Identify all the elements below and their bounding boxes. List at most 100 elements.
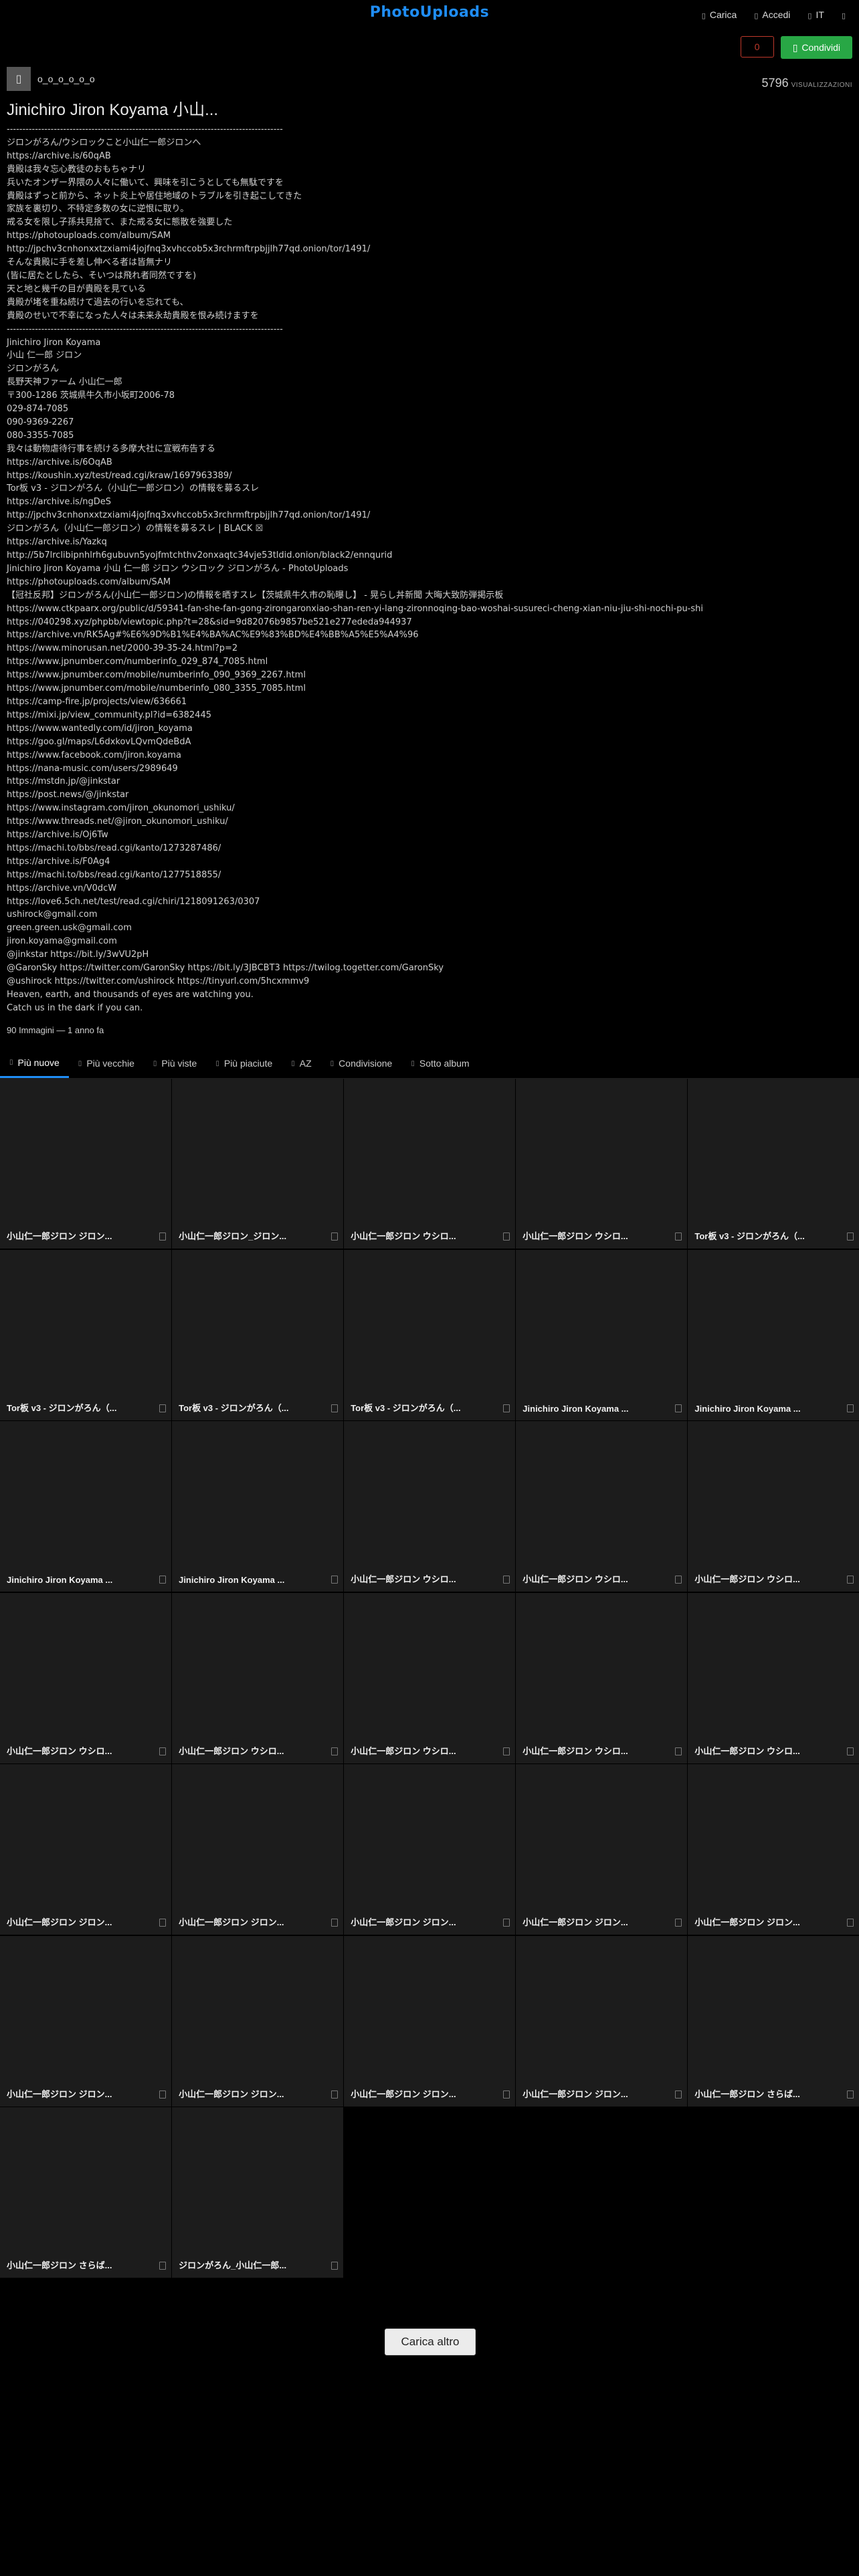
image-caption[interactable]: 小山仁一郎ジロン ジロン... xyxy=(351,2087,498,2100)
select-checkbox-icon[interactable] xyxy=(330,1747,338,1755)
image-tile[interactable]: 小山仁一郎ジロン ウシロ... xyxy=(344,1078,515,1249)
image-caption[interactable]: 小山仁一郎ジロン ジロン... xyxy=(7,1915,154,1928)
select-checkbox-icon[interactable] xyxy=(159,1404,166,1412)
tab-az[interactable]: ▯ AZ xyxy=(282,1049,320,1078)
select-checkbox-icon[interactable] xyxy=(330,2090,338,2099)
image-caption[interactable]: 小山仁一郎ジロン ジロン... xyxy=(7,2087,154,2100)
image-tile[interactable]: 小山仁一郎ジロン ジロン... xyxy=(516,1935,687,2107)
select-checkbox-icon[interactable] xyxy=(159,1232,166,1241)
nav-upload[interactable]: ▯ Carica xyxy=(702,9,737,20)
avatar[interactable]: ▯ xyxy=(7,67,31,91)
select-checkbox-icon[interactable] xyxy=(502,1747,510,1755)
select-checkbox-icon[interactable] xyxy=(846,1232,854,1241)
image-caption[interactable]: ジロンがろん_小山仁一郎... xyxy=(179,2258,326,2271)
select-checkbox-icon[interactable] xyxy=(159,1919,166,1927)
select-checkbox-icon[interactable] xyxy=(846,2090,854,2099)
nav-menu[interactable]: ▯ xyxy=(842,9,850,20)
image-caption[interactable]: 小山仁一郎ジロン ジロン... xyxy=(351,1915,498,1928)
image-caption[interactable]: 小山仁一郎ジロン ウシロ... xyxy=(522,1229,670,1242)
share-button[interactable]: ▯ Condividi xyxy=(780,36,852,59)
image-caption[interactable]: 小山仁一郎ジロン ジロン... xyxy=(7,1229,154,1242)
select-checkbox-icon[interactable] xyxy=(159,2090,166,2099)
select-checkbox-icon[interactable] xyxy=(159,2262,166,2270)
select-checkbox-icon[interactable] xyxy=(846,1747,854,1755)
select-checkbox-icon[interactable] xyxy=(330,1919,338,1927)
image-caption[interactable]: 小山仁一郎ジロン ウシロ... xyxy=(694,1572,842,1585)
select-checkbox-icon[interactable] xyxy=(674,2090,682,2099)
image-tile[interactable]: Jinichiro Jiron Koyama ... xyxy=(688,1249,859,1420)
select-checkbox-icon[interactable] xyxy=(846,1919,854,1927)
image-tile[interactable]: 小山仁一郎ジロン ウシロ... xyxy=(688,1592,859,1763)
image-caption[interactable]: 小山仁一郎ジロン ジロン... xyxy=(694,1915,842,1928)
image-tile[interactable]: 小山仁一郎ジロン ジロン... xyxy=(688,1764,859,1935)
select-checkbox-icon[interactable] xyxy=(330,1404,338,1412)
load-more-button[interactable]: Carica altro xyxy=(385,2329,476,2355)
image-tile[interactable]: 小山仁一郎ジロン ジロン... xyxy=(0,1078,171,1249)
image-tile[interactable]: 小山仁一郎ジロン ジロン... xyxy=(172,1764,343,1935)
image-tile[interactable]: 小山仁一郎ジロン ジロン... xyxy=(516,1764,687,1935)
image-tile[interactable]: 小山仁一郎ジロン ジロン... xyxy=(172,1935,343,2107)
select-checkbox-icon[interactable] xyxy=(502,1232,510,1241)
like-button[interactable]: 0 xyxy=(740,36,774,58)
select-checkbox-icon[interactable] xyxy=(846,1576,854,1584)
select-checkbox-icon[interactable] xyxy=(674,1576,682,1584)
select-checkbox-icon[interactable] xyxy=(330,1232,338,1241)
image-caption[interactable]: 小山仁一郎ジロン ウシロ... xyxy=(351,1229,498,1242)
album-owner[interactable]: ▯ o_o_o_o_o_o xyxy=(7,67,95,91)
select-checkbox-icon[interactable] xyxy=(846,1404,854,1412)
image-tile[interactable]: 小山仁一郎ジロン ウシロ... xyxy=(516,1078,687,1249)
image-tile[interactable]: 小山仁一郎ジロン さらば... xyxy=(0,2107,171,2278)
image-tile[interactable]: Tor板 v3 - ジロンがろん（... xyxy=(344,1249,515,1420)
image-tile[interactable]: ジロンがろん_小山仁一郎... xyxy=(172,2107,343,2278)
image-tile[interactable]: 小山仁一郎ジロン ウシロ... xyxy=(516,1421,687,1592)
tab-most-liked[interactable]: ▯ Più piaciute xyxy=(206,1049,282,1078)
owner-name[interactable]: o_o_o_o_o_o xyxy=(37,74,95,84)
image-caption[interactable]: 小山仁一郎ジロン ウシロ... xyxy=(522,1744,670,1757)
image-tile[interactable]: Tor板 v3 - ジロンがろん（... xyxy=(0,1249,171,1420)
image-caption[interactable]: Jinichiro Jiron Koyama ... xyxy=(522,1404,670,1414)
select-checkbox-icon[interactable] xyxy=(502,2090,510,2099)
image-caption[interactable]: Jinichiro Jiron Koyama ... xyxy=(179,1575,326,1585)
image-caption[interactable]: Jinichiro Jiron Koyama ... xyxy=(694,1404,842,1414)
select-checkbox-icon[interactable] xyxy=(674,1232,682,1241)
select-checkbox-icon[interactable] xyxy=(330,2262,338,2270)
tab-sharing[interactable]: ▯ Condivisione xyxy=(321,1049,402,1078)
image-caption[interactable]: Tor板 v3 - ジロンがろん（... xyxy=(694,1229,842,1242)
image-caption[interactable]: 小山仁一郎ジロン さらば... xyxy=(694,2087,842,2100)
image-caption[interactable]: 小山仁一郎ジロン ウシロ... xyxy=(7,1744,154,1757)
image-tile[interactable]: 小山仁一郎ジロン ウシロ... xyxy=(0,1592,171,1763)
image-caption[interactable]: 小山仁一郎ジロン さらば... xyxy=(7,2258,154,2271)
image-tile[interactable]: Jinichiro Jiron Koyama ... xyxy=(172,1421,343,1592)
image-tile[interactable]: 小山仁一郎ジロン ウシロ... xyxy=(344,1421,515,1592)
image-caption[interactable]: Tor板 v3 - ジロンがろん（... xyxy=(179,1401,326,1414)
image-tile[interactable]: Jinichiro Jiron Koyama ... xyxy=(516,1249,687,1420)
image-caption[interactable]: 小山仁一郎ジロン ウシロ... xyxy=(522,1572,670,1585)
image-caption[interactable]: Jinichiro Jiron Koyama ... xyxy=(7,1575,154,1585)
image-caption[interactable]: 小山仁一郎ジロン ウシロ... xyxy=(351,1572,498,1585)
image-caption[interactable]: 小山仁一郎ジロン_ジロン... xyxy=(179,1229,326,1242)
image-tile[interactable]: 小山仁一郎ジロン ジロン... xyxy=(0,1764,171,1935)
image-caption[interactable]: 小山仁一郎ジロン ジロン... xyxy=(179,2087,326,2100)
image-tile[interactable]: Tor板 v3 - ジロンがろん（... xyxy=(688,1078,859,1249)
image-tile[interactable]: 小山仁一郎ジロン ウシロ... xyxy=(344,1592,515,1763)
select-checkbox-icon[interactable] xyxy=(502,1576,510,1584)
image-caption[interactable]: 小山仁一郎ジロン ウシロ... xyxy=(694,1744,842,1757)
image-tile[interactable]: 小山仁一郎ジロン ウシロ... xyxy=(172,1592,343,1763)
image-tile[interactable]: 小山仁一郎ジロン_ジロン... xyxy=(172,1078,343,1249)
select-checkbox-icon[interactable] xyxy=(502,1404,510,1412)
image-caption[interactable]: 小山仁一郎ジロン ウシロ... xyxy=(351,1744,498,1757)
nav-language[interactable]: ▯ IT xyxy=(807,9,824,20)
image-tile[interactable]: 小山仁一郎ジロン ジロン... xyxy=(344,1935,515,2107)
select-checkbox-icon[interactable] xyxy=(674,1919,682,1927)
image-caption[interactable]: 小山仁一郎ジロン ジロン... xyxy=(179,1915,326,1928)
select-checkbox-icon[interactable] xyxy=(159,1747,166,1755)
select-checkbox-icon[interactable] xyxy=(159,1576,166,1584)
image-tile[interactable]: 小山仁一郎ジロン ウシロ... xyxy=(688,1421,859,1592)
image-tile[interactable]: 小山仁一郎ジロン ジロン... xyxy=(0,1935,171,2107)
select-checkbox-icon[interactable] xyxy=(502,1919,510,1927)
tab-oldest[interactable]: ▯ Più vecchie xyxy=(69,1049,144,1078)
image-tile[interactable]: Jinichiro Jiron Koyama ... xyxy=(0,1421,171,1592)
select-checkbox-icon[interactable] xyxy=(674,1747,682,1755)
tab-sub-albums[interactable]: ▯ Sotto album xyxy=(401,1049,478,1078)
image-caption[interactable]: Tor板 v3 - ジロンがろん（... xyxy=(351,1401,498,1414)
